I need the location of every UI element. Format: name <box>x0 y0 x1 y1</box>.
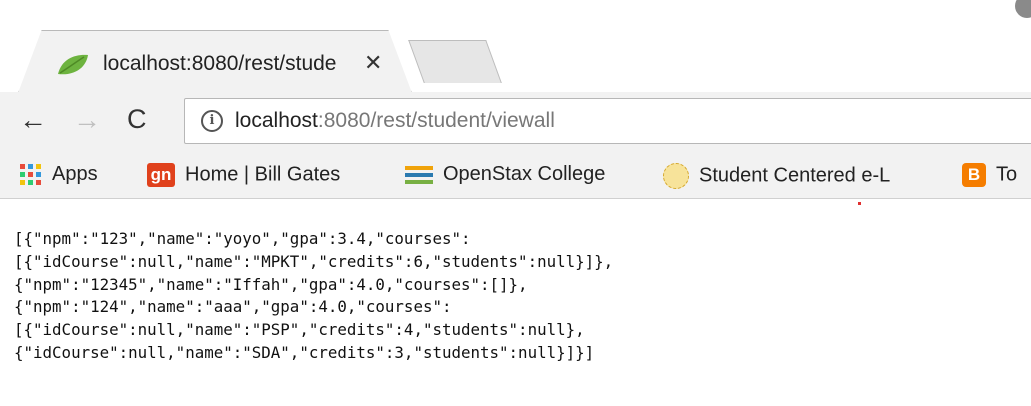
student-centered-icon <box>663 163 689 189</box>
json-line: [{"npm":"123","name":"yoyo","gpa":3.4,"c… <box>14 229 471 248</box>
json-line: {"npm":"124","name":"aaa","gpa":4.0,"cou… <box>14 297 452 317</box>
forward-button[interactable]: → <box>73 106 101 134</box>
blogger-icon: B <box>962 163 986 187</box>
url-path: :8080/rest/student/viewall <box>317 109 555 132</box>
url-text[interactable]: localhost:8080/rest/student/viewall <box>235 109 555 133</box>
profile-icon[interactable] <box>1015 0 1031 18</box>
apps-grid-icon <box>20 163 42 186</box>
json-line: [{"idCourse":null,"name":"PSP","credits"… <box>14 320 585 340</box>
bookmark-label: Apps <box>52 163 98 186</box>
bookmark-apps[interactable]: Apps <box>20 163 98 191</box>
bookmark-student-centered[interactable]: Student Centered e-L <box>663 163 890 191</box>
reload-button[interactable]: C <box>127 106 147 133</box>
browser-chrome: localhost:8080/rest/stude ✕ ← → C i loca… <box>0 0 1031 199</box>
tab-strip: localhost:8080/rest/stude ✕ <box>0 0 1031 93</box>
gn-icon: gn <box>147 163 175 187</box>
bookmark-label: Student Centered e-L <box>699 164 891 187</box>
bookmark-bill-gates[interactable]: gn Home | Bill Gates <box>147 163 340 191</box>
new-tab-button[interactable] <box>408 40 502 83</box>
address-bar[interactable]: i localhost:8080/rest/student/viewall <box>184 98 1031 144</box>
bookmark-label: OpenStax College <box>443 163 606 186</box>
json-response: [{"npm":"123","name":"yoyo","gpa":3.4,"c… <box>14 228 613 365</box>
bookmarks-bar: Apps gn Home | Bill Gates OpenStax Colleg… <box>0 156 1031 199</box>
bookmark-label: Home | Bill Gates <box>185 163 341 186</box>
tab-title: localhost:8080/rest/stude <box>103 52 337 75</box>
bookmark-label: To <box>996 163 1018 186</box>
json-line: {"idCourse":null,"name":"SDA","credits":… <box>14 342 595 362</box>
bookmark-openstax[interactable]: OpenStax College <box>405 163 605 191</box>
info-icon[interactable]: i <box>201 110 223 132</box>
json-line: [{"idCourse":null,"name":"MPKT","credits… <box>14 251 614 271</box>
red-dot <box>858 202 861 205</box>
openstax-icon <box>405 165 433 185</box>
json-line: {"npm":"12345","name":"Iffah","gpa":4.0,… <box>14 274 528 294</box>
back-button[interactable]: ← <box>19 106 47 134</box>
url-host: localhost <box>235 109 318 132</box>
toolbar: ← → C i localhost:8080/rest/student/view… <box>0 92 1031 154</box>
bookmark-blogger[interactable]: B To <box>962 163 1017 191</box>
spring-leaf-icon <box>58 54 88 75</box>
tab-close-icon[interactable]: ✕ <box>364 50 382 76</box>
